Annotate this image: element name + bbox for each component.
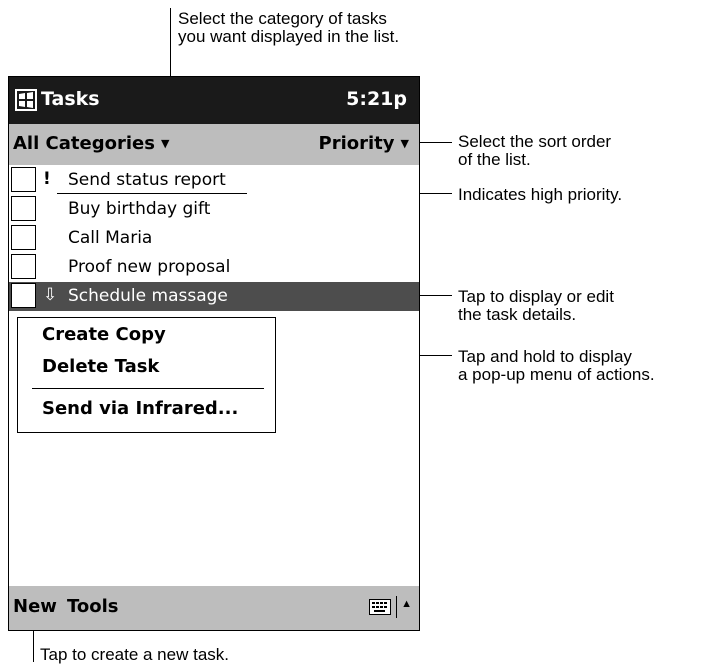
callout-sort: Select the sort order of the list.	[458, 132, 612, 169]
task-checkbox[interactable]	[11, 254, 36, 279]
task-checkbox[interactable]	[11, 225, 36, 250]
leader-new	[33, 626, 34, 662]
pocket-pc-screen: Tasks 5:21p All Categories ▼ Priority ▼ ! …	[8, 76, 420, 631]
task-name: Buy birthday gift	[68, 199, 211, 219]
filter-bar: All Categories ▼ Priority ▼	[9, 124, 419, 165]
category-dropdown[interactable]: All Categories ▼	[13, 133, 169, 154]
task-underline	[57, 193, 247, 194]
keyboard-icon[interactable]	[369, 599, 391, 615]
high-priority-icon: !	[43, 169, 51, 189]
task-row[interactable]: ! Send status report	[9, 166, 419, 195]
task-checkbox[interactable]	[11, 283, 36, 308]
low-priority-icon: ⇩	[43, 285, 58, 305]
callout-tap: Tap to display or edit the task details.	[458, 287, 614, 324]
sort-dropdown[interactable]: Priority ▼	[319, 133, 409, 154]
callout-priority: Indicates high priority.	[458, 185, 623, 204]
menu-item-send-infrared[interactable]: Send via Infrared...	[42, 398, 238, 419]
menu-item-create-copy[interactable]: Create Copy	[42, 324, 166, 345]
task-checkbox[interactable]	[11, 167, 36, 192]
task-row[interactable]: Call Maria	[9, 224, 419, 253]
tools-menu[interactable]: Tools	[67, 596, 119, 617]
menu-separator	[32, 388, 264, 389]
chevron-down-icon: ▼	[400, 137, 409, 150]
menu-item-delete-task[interactable]: Delete Task	[42, 356, 159, 377]
command-bar: New Tools ▲	[9, 586, 419, 630]
new-button[interactable]: New	[13, 596, 57, 617]
task-row[interactable]: Proof new proposal	[9, 253, 419, 282]
clock[interactable]: 5:21p	[346, 88, 407, 110]
title-bar: Tasks 5:21p	[9, 77, 419, 124]
task-name: Schedule massage	[68, 286, 228, 306]
context-menu: Create Copy Delete Task Send via Infrare…	[17, 317, 276, 433]
chevron-down-icon: ▼	[160, 137, 170, 150]
chevron-up-icon[interactable]: ▲	[401, 598, 412, 610]
windows-flag-icon[interactable]	[15, 88, 37, 112]
callout-hold: Tap and hold to display a pop-up menu of…	[458, 347, 655, 384]
task-name: Proof new proposal	[68, 257, 231, 277]
callout-category: Select the category of tasks you want di…	[178, 9, 400, 46]
sip-separator	[396, 596, 397, 618]
task-row[interactable]: Buy birthday gift	[9, 195, 419, 224]
task-checkbox[interactable]	[11, 196, 36, 221]
task-row-selected[interactable]: ⇩ Schedule massage	[9, 282, 419, 311]
callout-new: Tap to create a new task.	[40, 645, 229, 664]
task-name: Call Maria	[68, 228, 153, 248]
category-label: All Categories	[13, 133, 155, 154]
app-title: Tasks	[41, 88, 100, 110]
task-name: Send status report	[68, 170, 226, 190]
sort-label: Priority	[318, 133, 395, 154]
